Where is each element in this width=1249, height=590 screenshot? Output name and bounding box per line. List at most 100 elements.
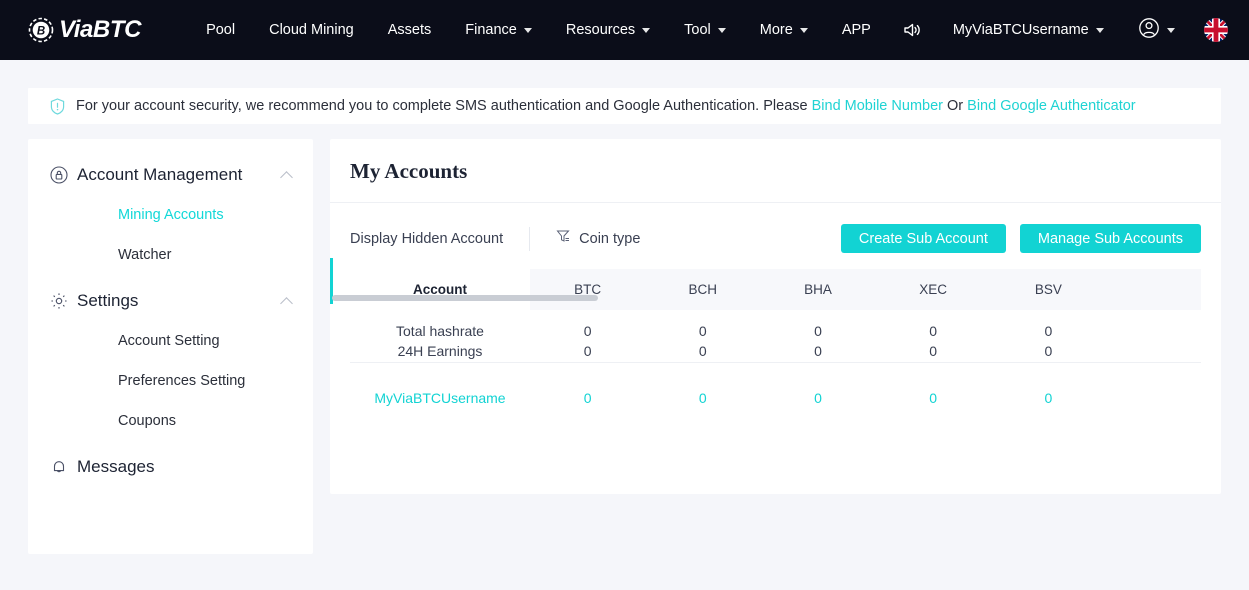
header-right-zone: MyViaBTCUsername [888, 0, 1228, 60]
nav-label: Pool [206, 22, 236, 38]
cell-bch: 0 [698, 342, 707, 359]
table-divider-row [350, 362, 1201, 374]
column-header-bha[interactable]: BHA [760, 269, 875, 310]
svg-text:B: B [37, 26, 45, 38]
nav-label: APP [841, 22, 871, 38]
page-body: Account Management Mining Accounts Watch… [0, 124, 1249, 554]
main-nav: Pool Cloud Mining Assets Finance Resourc… [189, 0, 888, 60]
column-header-account[interactable]: Account [350, 269, 530, 310]
brand-logo[interactable]: B ViaBTC [28, 16, 141, 44]
security-notice-banner: For your account security, we recommend … [28, 88, 1221, 124]
shield-warning-icon [50, 97, 65, 115]
uk-flag-icon[interactable] [1203, 18, 1228, 42]
cell-btc: 0 [583, 342, 592, 359]
table-row[interactable]: MyViaBTCUsername 0 0 0 0 0 [350, 374, 1201, 412]
nav-item-resources[interactable]: Resources [549, 0, 667, 60]
nav-item-assets[interactable]: Assets [371, 0, 449, 60]
sidebar-item-account-setting[interactable]: Account Setting [28, 321, 313, 361]
sidebar-group-title: Settings [77, 291, 139, 310]
accounts-table: Account BTC BCH BHA XEC BSV Total hashra… [350, 269, 1201, 412]
cell-btc: 0 [583, 323, 592, 339]
account-name-link[interactable]: MyViaBTCUsername [350, 374, 530, 412]
table-header: Account BTC BCH BHA XEC BSV [350, 269, 1201, 310]
nav-label: Finance [465, 22, 517, 38]
nav-label: Tool [684, 22, 711, 38]
banner-separator: Or [947, 98, 964, 114]
nav-item-finance[interactable]: Finance [448, 0, 549, 60]
viabtc-coin-icon: B [28, 17, 54, 43]
user-menu[interactable]: MyViaBTCUsername [936, 0, 1121, 60]
nav-item-app[interactable]: APP [825, 0, 888, 60]
table-accounts-body: MyViaBTCUsername 0 0 0 0 0 [350, 374, 1201, 412]
announcement-speaker-icon[interactable] [888, 0, 936, 60]
nav-item-tool[interactable]: Tool [667, 0, 743, 60]
cell-xec: 0 [929, 342, 938, 359]
cell-bha: 0 [814, 323, 822, 339]
cell-spacer [1106, 310, 1201, 339]
sidebar-messages-title: Messages [77, 457, 155, 476]
sidebar-group-settings[interactable]: Settings [28, 281, 313, 321]
bind-mobile-number-link[interactable]: Bind Mobile Number [812, 98, 943, 114]
nav-item-pool[interactable]: Pool [189, 0, 252, 60]
cell-bsv: 0 [1044, 323, 1053, 339]
bind-google-authenticator-link[interactable]: Bind Google Authenticator [967, 98, 1135, 114]
cell-bsv: 0 [1044, 342, 1053, 359]
chevron-up-icon[interactable] [280, 296, 293, 310]
display-hidden-account-toggle[interactable]: Display Hidden Account [350, 231, 503, 247]
cell-btc[interactable]: 0 [530, 374, 645, 412]
coin-type-filter[interactable]: Coin type [556, 229, 640, 248]
row-label: Total hashrate [396, 323, 484, 339]
column-header-spacer [1106, 269, 1201, 310]
chevron-down-icon [717, 27, 726, 33]
cell-spacer [1106, 374, 1201, 412]
toolbar-buttons: Create Sub Account Manage Sub Accounts [840, 224, 1201, 253]
column-header-btc[interactable]: BTC [530, 269, 645, 310]
account-menu[interactable] [1121, 0, 1192, 60]
manage-sub-accounts-button[interactable]: Manage Sub Accounts [1019, 224, 1201, 253]
column-header-bsv[interactable]: BSV [991, 269, 1106, 310]
table-header-row: Account BTC BCH BHA XEC BSV [350, 269, 1201, 310]
sidebar-item-watcher[interactable]: Watcher [28, 235, 313, 275]
chevron-down-icon [642, 27, 651, 33]
sidebar-item-coupons[interactable]: Coupons [28, 401, 313, 441]
table-row-24h-earnings: 24H Earnings 0 0 0 0 0 [350, 339, 1201, 362]
cell-bch: 0 [698, 323, 707, 339]
sidebar-group-account-management[interactable]: Account Management [28, 155, 313, 195]
cell-xec[interactable]: 0 [876, 374, 991, 412]
toolbar-divider [529, 226, 531, 251]
chevron-down-icon [1095, 27, 1104, 33]
nav-label: Resources [565, 22, 636, 38]
nav-label: Assets [387, 22, 432, 38]
gear-icon [50, 292, 68, 310]
cell-bha: 0 [814, 342, 822, 359]
cell-bch[interactable]: 0 [645, 374, 760, 412]
banner-text: For your account security, we recommend … [76, 98, 808, 114]
bell-icon [50, 458, 68, 476]
main-panel: My Accounts Display Hidden Account Coin … [330, 139, 1221, 494]
column-header-bch[interactable]: BCH [645, 269, 760, 310]
nav-label: More [759, 22, 793, 38]
chevron-down-icon [523, 27, 532, 33]
sidebar-group-title: Account Management [77, 165, 243, 184]
top-navigation-bar: B ViaBTC Pool Cloud Mining Assets Financ… [0, 0, 1249, 60]
table-toolbar: Display Hidden Account Coin type Create … [330, 203, 1221, 269]
nav-label: Cloud Mining [269, 22, 354, 38]
nav-item-cloud-mining[interactable]: Cloud Mining [252, 0, 371, 60]
table-summary-body: Total hashrate 0 0 0 0 0 24H Earnings 0 … [350, 310, 1201, 374]
create-sub-account-button[interactable]: Create Sub Account [840, 224, 1006, 253]
page-title: My Accounts [350, 159, 468, 183]
cell-bha[interactable]: 0 [760, 374, 875, 412]
horizontal-scrollbar[interactable] [332, 295, 598, 301]
chevron-up-icon[interactable] [280, 170, 293, 184]
column-header-xec[interactable]: XEC [876, 269, 991, 310]
chevron-down-icon [799, 27, 808, 33]
username-label: MyViaBTCUsername [952, 22, 1089, 38]
cell-spacer [1106, 339, 1201, 362]
cell-xec: 0 [929, 323, 938, 339]
sidebar-group-messages[interactable]: Messages [28, 447, 313, 487]
table-divider [350, 362, 1201, 374]
nav-item-more[interactable]: More [743, 0, 825, 60]
sidebar-item-preferences-setting[interactable]: Preferences Setting [28, 361, 313, 401]
sidebar-item-mining-accounts[interactable]: Mining Accounts [28, 195, 313, 235]
cell-bsv[interactable]: 0 [991, 374, 1106, 412]
